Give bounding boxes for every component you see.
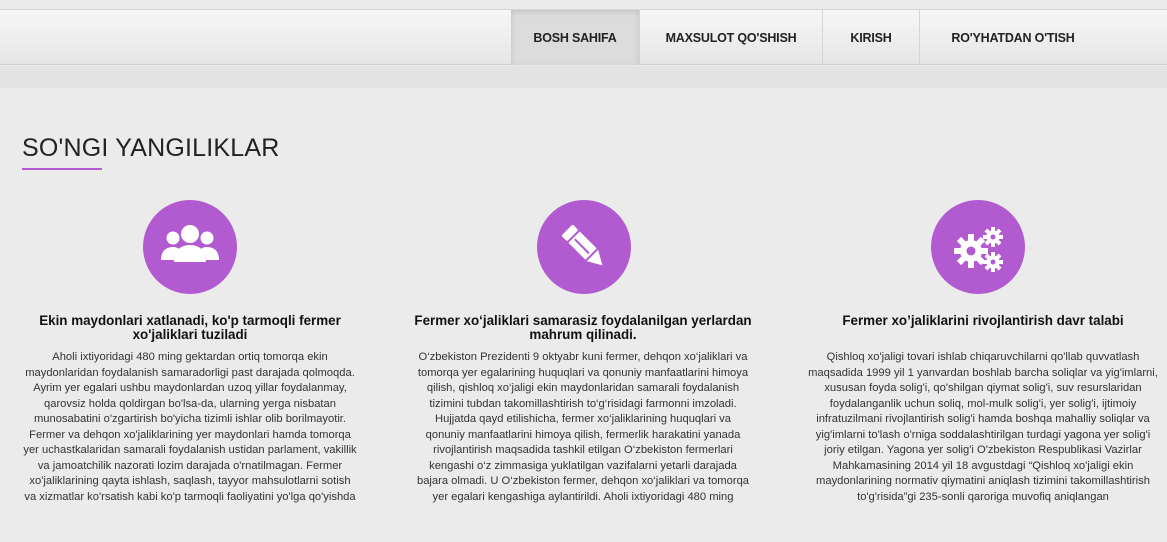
article-1-body: Aholi ixtiyoridagi 480 ming gektardan or…: [23, 351, 357, 503]
article-2-title[interactable]: Fermer xo‘jaliklari samarasiz foydalanil…: [414, 314, 752, 342]
nav-item-register[interactable]: RO'YHATDAN O'TISH: [920, 10, 1106, 65]
article-1-icon-circle: [143, 200, 237, 294]
section-title-underline: [22, 168, 102, 170]
header-band: [0, 66, 1167, 88]
section-title: SO'NGI YANGILIKLAR: [22, 134, 280, 162]
users-icon: [161, 225, 219, 262]
gears-icon: [954, 227, 1003, 272]
article-3-icon-circle: [931, 200, 1025, 294]
article-3-title[interactable]: Fermer xo’jaliklarini rivojlantirish dav…: [808, 314, 1158, 328]
article-3-body: Qishloq xo'jaligi tovari ishlab chiqaruv…: [808, 351, 1158, 503]
nav-item-login[interactable]: KIRISH: [823, 10, 919, 65]
nav-item-home[interactable]: BOSH SAHIFA: [511, 10, 639, 65]
article-2-icon-circle: [537, 200, 631, 294]
article-2-body: O‘zbekiston Prezidenti 9 oktyabr kuni fe…: [416, 351, 750, 503]
nav-item-add-product[interactable]: MAXSULOT QO'SHISH: [640, 10, 822, 65]
article-1-title[interactable]: Ekin maydonlari xatlanadi, ko'p tarmoqli…: [22, 314, 358, 342]
nav-menu: BOSH SAHIFA MAXSULOT QO'SHISH KIRISH RO'…: [511, 10, 1106, 65]
pencil-icon: [561, 224, 603, 266]
main-navbar: BOSH SAHIFA MAXSULOT QO'SHISH KIRISH RO'…: [0, 10, 1167, 65]
